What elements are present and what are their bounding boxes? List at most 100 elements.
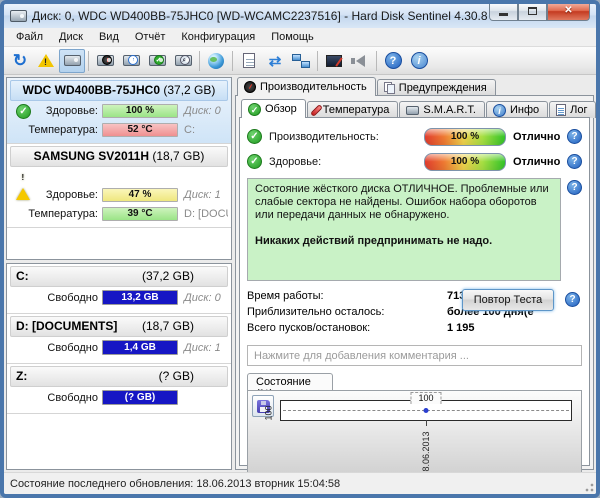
help-button[interactable]: ? <box>380 49 406 73</box>
help-icon[interactable]: ? <box>567 129 582 144</box>
tab-log[interactable]: Лог <box>549 101 596 118</box>
network-button[interactable] <box>288 49 314 73</box>
disk-name: WDC WD400BB-75JHC0 <box>22 83 160 97</box>
disk-scheduled-test-button[interactable] <box>118 49 144 73</box>
performance-metric-row: ✓ Производительность: 100 % Отлично ? <box>247 124 582 149</box>
partition-list: C: (37,2 GB) Свободно 13,2 GB Диск: 0 D:… <box>6 263 232 470</box>
menu-help[interactable]: Помощь <box>263 29 322 45</box>
x-axis-label: 18.06.2013 <box>421 431 431 477</box>
disk-clock-icon <box>122 55 140 66</box>
tab-temperature[interactable]: Температура <box>306 101 399 118</box>
stat-label: Время работы: <box>247 290 324 302</box>
hard-disk-icon <box>63 55 81 66</box>
tab-performance[interactable]: Производительность <box>237 77 376 96</box>
tab-smart[interactable]: S.M.A.R.T. <box>399 101 485 118</box>
health-rating: Отлично <box>513 155 561 168</box>
network-computers-icon <box>292 53 310 68</box>
speaker-icon <box>350 54 365 67</box>
toolbar-separator <box>232 50 233 71</box>
minimize-icon <box>499 13 508 16</box>
status-message-box: Состояние жёсткого диска ОТЛИЧНОЕ. Пробл… <box>247 178 561 281</box>
disk-surface-test-button[interactable]: ⌕ <box>170 49 196 73</box>
temperature-label: Температура: <box>28 207 98 220</box>
chart-tab-label[interactable]: Состояние (%) <box>247 373 333 400</box>
menu-report[interactable]: Отчёт <box>127 29 173 45</box>
menu-file[interactable]: Файл <box>8 29 51 45</box>
free-space-bar: (? GB) <box>102 390 178 405</box>
disk-gauge-icon <box>96 55 114 66</box>
minimize-button[interactable] <box>489 4 518 21</box>
globe-icon <box>208 52 224 69</box>
partition-size: (18,7 GB) <box>141 319 194 333</box>
menu-disk[interactable]: Диск <box>51 29 91 45</box>
partition-name: C: <box>16 269 29 283</box>
help-icon[interactable]: ? <box>567 180 582 195</box>
display-settings-button[interactable] <box>321 49 347 73</box>
status-action-text: Никаких действий предпринимать не надо. <box>255 235 493 247</box>
title-bar[interactable]: Диск: 0, WDC WD400BB-75JHC0 [WD-WCAMC223… <box>4 4 596 28</box>
performance-bar: 100 % <box>424 127 506 146</box>
menu-bar: Файл Диск Вид Отчёт Конфигурация Помощь <box>4 28 596 47</box>
close-button[interactable]: ✕ <box>547 4 590 21</box>
y-axis-tick: 100 <box>263 405 274 421</box>
health-history-chart: Состояние (%) 100 100 <box>247 373 582 477</box>
disk-size: (18,7 GB) <box>152 149 205 163</box>
stats-section: Время работы: 713 дня(ей), 5 ча Приблизи… <box>247 288 582 338</box>
retest-button[interactable]: Повтор Теста <box>462 289 554 311</box>
detect-disks-button[interactable] <box>59 48 85 73</box>
log-page-icon <box>556 104 567 116</box>
temperature-label: Температура: <box>28 123 98 136</box>
inner-tabs: ✓ Обзор Температура S.M.A.R.T. i Инфо Ло… <box>239 99 596 118</box>
resize-grip[interactable] <box>583 481 595 493</box>
toolbar-separator <box>88 50 89 71</box>
status-text: Состояние последнего обновления: 18.06.2… <box>10 477 341 490</box>
disk-check-icon: ✓ <box>148 55 166 66</box>
partition-item-c[interactable]: C: (37,2 GB) Свободно 13,2 GB Диск: 0 <box>7 264 231 314</box>
status-bar: Состояние последнего обновления: 18.06.2… <box>4 472 596 494</box>
disk-number: Диск: 0 <box>184 291 221 304</box>
info-balloon-icon: i <box>492 103 506 117</box>
stat-label: Всего пусков/остановок: <box>247 322 371 334</box>
disk-ok-icon: ✓ <box>16 104 31 119</box>
help-icon: ? <box>384 52 402 69</box>
maximize-button[interactable] <box>518 4 547 21</box>
performance-label: Производительность: <box>269 130 379 143</box>
disk-item-samsung[interactable]: SAMSUNG SV2011H (18,7 GB) ! Здоровье: 47… <box>7 144 231 228</box>
app-disk-icon <box>10 10 27 22</box>
menu-configuration[interactable]: Конфигурация <box>173 29 263 45</box>
disk-item-wdc[interactable]: WDC WD400BB-75JHC0 (37,2 GB) ✓ Здоровье:… <box>7 78 231 144</box>
overview-page: ✓ Производительность: 100 % Отлично ? ✓ … <box>239 117 590 477</box>
report-button[interactable] <box>236 49 262 73</box>
stat-value: 1 195 <box>447 322 475 334</box>
app-window: Диск: 0, WDC WD400BB-75JHC0 [WD-WCAMC223… <box>0 0 600 498</box>
ok-icon: ✓ <box>247 129 262 144</box>
disk-performance-test-button[interactable] <box>92 49 118 73</box>
drive-letter: C: <box>184 123 195 136</box>
refresh-button[interactable]: ↻ <box>7 49 33 73</box>
monitor-pen-icon <box>326 54 342 67</box>
menu-view[interactable]: Вид <box>91 29 127 45</box>
alerts-button[interactable]: ! <box>33 49 59 73</box>
disk-quick-test-button[interactable]: ✓ <box>144 49 170 73</box>
partition-item-d[interactable]: D: [DOCUMENTS] (18,7 GB) Свободно 1,4 GB… <box>7 314 231 364</box>
help-icon[interactable]: ? <box>567 154 582 169</box>
toolbar-separator <box>376 50 377 71</box>
tab-overview[interactable]: ✓ Обзор <box>241 99 306 118</box>
about-button[interactable]: i <box>406 49 432 73</box>
comment-input[interactable] <box>247 345 582 366</box>
free-space-bar: 1,4 GB <box>102 340 178 355</box>
tab-info[interactable]: i Инфо <box>485 101 549 118</box>
drive-letter: D: [DOCUME <box>184 207 228 220</box>
chart-area: 100 100 18.06.2013 <box>247 390 582 477</box>
sync-button[interactable]: ⇄ <box>262 49 288 73</box>
tab-alerts[interactable]: Предупреждения <box>376 79 496 96</box>
free-label: Свободно <box>47 341 98 354</box>
warning-triangle-icon: ! <box>38 54 54 67</box>
x-axis-tick-mark <box>426 420 427 426</box>
partition-header: Z: (? GB) <box>10 366 228 387</box>
help-icon[interactable]: ? <box>565 292 580 307</box>
online-status-button[interactable] <box>203 49 229 73</box>
health-bar: 47 % <box>102 187 178 202</box>
sound-settings-button[interactable] <box>347 49 373 73</box>
partition-item-z[interactable]: Z: (? GB) Свободно (? GB) <box>7 364 231 414</box>
